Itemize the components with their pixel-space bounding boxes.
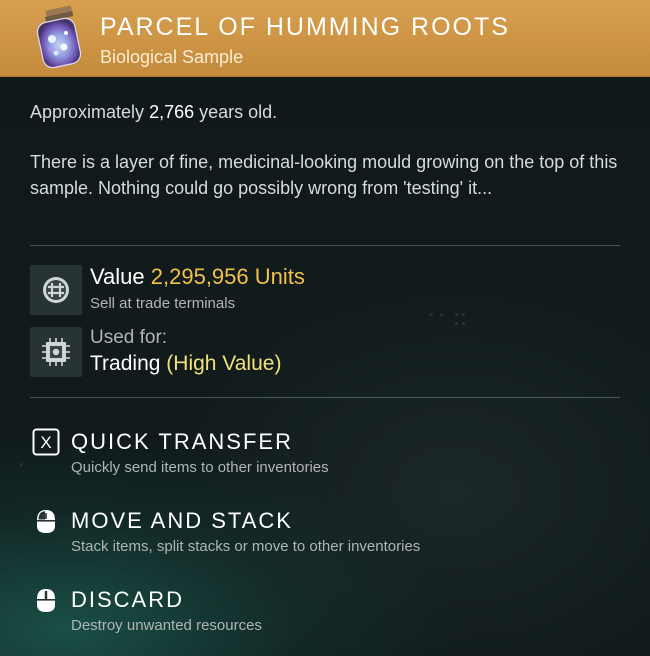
decor-dot bbox=[430, 313, 433, 316]
quick-transfer-description: Quickly send items to other inventories bbox=[71, 459, 329, 476]
used-for-text: Trading bbox=[90, 352, 161, 375]
move-and-stack-button[interactable]: MOVE AND STACK bbox=[71, 508, 293, 534]
used-for-value: Trading (High Value) bbox=[90, 352, 281, 376]
value-subtext: Sell at trade terminals bbox=[90, 295, 236, 312]
divider bbox=[30, 397, 620, 398]
decor-dot bbox=[20, 463, 23, 466]
x-key-icon: X bbox=[32, 428, 60, 456]
discard-button[interactable]: DISCARD bbox=[71, 587, 184, 613]
value-line: Value 2,295,956 Units bbox=[90, 264, 305, 290]
discard-description: Destroy unwanted resources bbox=[71, 617, 262, 634]
trade-chip-icon bbox=[30, 327, 82, 377]
mouse-left-click-icon bbox=[37, 510, 55, 533]
used-for-tag: (High Value) bbox=[166, 352, 282, 375]
decor-dot bbox=[462, 313, 465, 316]
sample-jar-icon bbox=[36, 5, 82, 69]
item-title: PARCEL OF HUMMING ROOTS bbox=[100, 13, 510, 41]
quick-transfer-button[interactable]: QUICK TRANSFER bbox=[71, 429, 293, 455]
value-amount: 2,295,956 Units bbox=[150, 264, 305, 289]
item-age: Approximately 2,766 years old. bbox=[30, 102, 277, 123]
decor-dot bbox=[455, 313, 458, 316]
decor-dot bbox=[440, 313, 443, 316]
mouse-hold-icon bbox=[37, 589, 55, 612]
used-for-label: Used for: bbox=[90, 327, 168, 348]
age-suffix: years old. bbox=[199, 102, 278, 122]
item-description: There is a layer of fine, medicinal-look… bbox=[30, 152, 618, 198]
value-label: Value bbox=[90, 264, 145, 289]
decor-dot bbox=[462, 322, 465, 325]
item-category: Biological Sample bbox=[100, 47, 244, 67]
units-icon bbox=[30, 265, 82, 315]
item-header: PARCEL OF HUMMING ROOTS Biological Sampl… bbox=[0, 0, 650, 77]
divider bbox=[30, 245, 620, 246]
decor-dot bbox=[455, 322, 458, 325]
age-years: 2,766 bbox=[149, 102, 195, 122]
age-prefix: Approximately bbox=[30, 102, 145, 122]
move-and-stack-description: Stack items, split stacks or move to oth… bbox=[71, 538, 421, 555]
svg-text:X: X bbox=[40, 433, 51, 452]
